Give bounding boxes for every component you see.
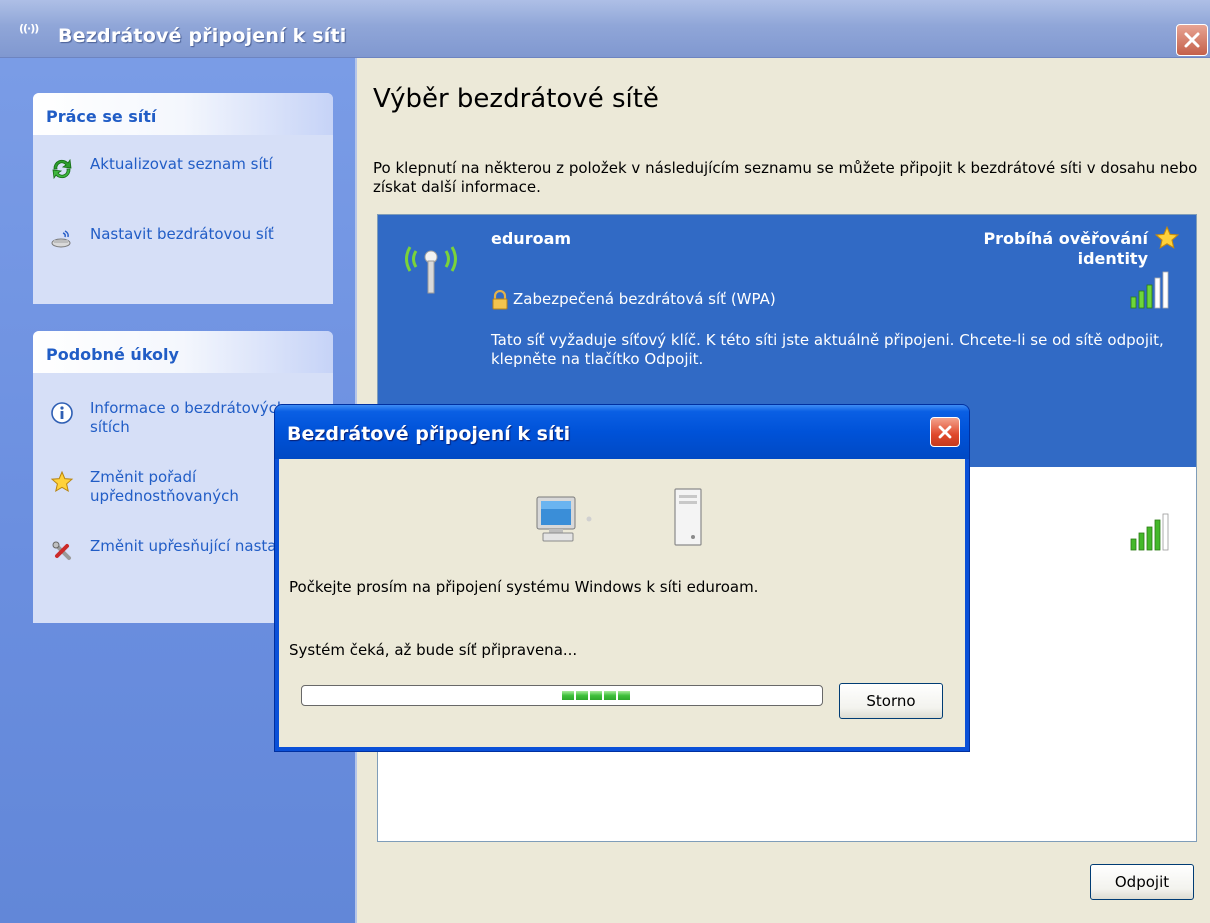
window-close-button[interactable] [1176,24,1208,56]
page-description: Po klepnutí na některou z položek v násl… [373,159,1198,196]
page-title: Výběr bezdrátové sítě [373,84,659,114]
dialog-titlebar[interactable]: Bezdrátové připojení k síti [275,405,969,459]
server-icon [674,488,702,546]
task-label: Nastavit bezdrátovou síť [90,225,274,243]
connecting-dialog: Bezdrátové připojení k síti Počkejte pro… [274,404,970,752]
progress-block [590,691,602,700]
disconnect-button[interactable]: Odpojit [1090,864,1194,900]
info-icon [51,402,73,424]
signal-strength-icon [1130,271,1169,309]
preferred-star-icon [1154,225,1180,249]
progress-block [618,691,630,700]
progress-block [604,691,616,700]
task-refresh-network-list[interactable]: Aktualizovat seznam sítí [33,155,333,181]
progress-indicator [562,691,630,700]
computer-icon [536,496,592,542]
dialog-message: Počkejte prosím na připojení systému Win… [289,578,759,596]
dialog-status: Systém čeká, až bude síť připravena... [289,641,578,659]
setup-wireless-icon [51,230,71,248]
refresh-icon [52,158,72,180]
network-tasks-header[interactable]: Práce se sítí [33,93,333,135]
signal-strength-icon [1130,513,1169,551]
network-tasks-panel: Práce se sítí Aktualizovat seznam sítí N… [33,93,333,304]
wireless-antenna-icon: ((·)) [19,22,39,35]
task-setup-wireless-network[interactable]: Nastavit bezdrátovou síť [33,225,333,251]
task-label: Aktualizovat seznam sítí [90,155,273,173]
wireless-network-icon [405,246,457,294]
network-status: Probíhá ověřování identity [983,229,1148,268]
window-title: Bezdrátové připojení k síti [58,25,347,47]
dialog-body: Počkejte prosím na připojení systému Win… [279,459,965,747]
network-name: eduroam [491,229,572,248]
lock-icon [492,290,508,310]
network-description: Tato síť vyžaduje síťový klíč. K této sí… [491,331,1164,368]
star-icon [50,470,74,493]
settings-icon [52,541,71,560]
network-security: Zabezpečená bezdrátová síť (WPA) [513,290,776,308]
cancel-button[interactable]: Storno [839,683,943,719]
progress-block [562,691,574,700]
wireless-network-window: ((·)) Bezdrátové připojení k síti Práce … [0,0,1210,923]
progress-block [576,691,588,700]
dialog-close-button[interactable] [930,417,960,447]
window-titlebar[interactable]: ((·)) Bezdrátové připojení k síti [0,0,1210,58]
dialog-title: Bezdrátové připojení k síti [287,423,571,445]
related-tasks-header[interactable]: Podobné úkoly [33,331,333,373]
close-icon [938,425,952,439]
close-icon [1184,32,1200,48]
connection-progress-bar [301,685,823,706]
